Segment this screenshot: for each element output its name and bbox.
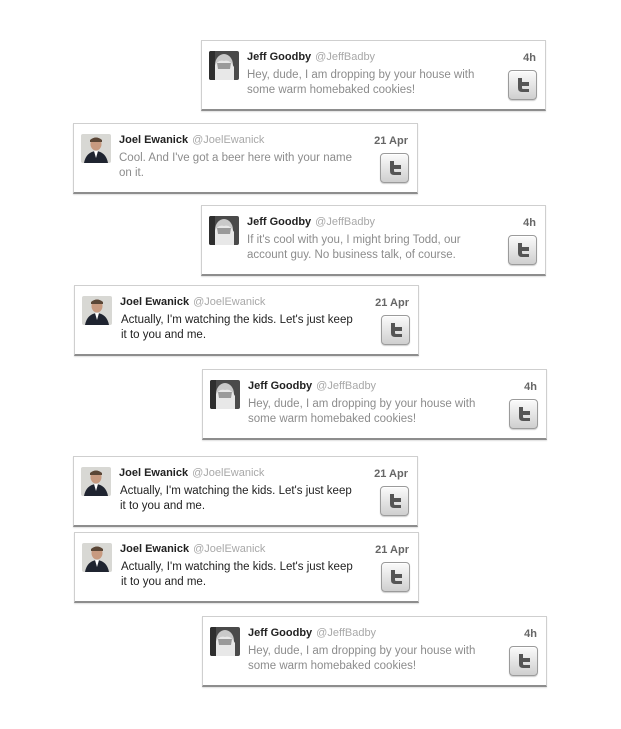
jeff-avatar-image[interactable] <box>210 627 240 656</box>
author-name[interactable]: Joel Ewanick <box>119 134 188 146</box>
tweet-timestamp[interactable]: 4h <box>524 628 537 641</box>
tweet-text: Actually, I'm watching the kids. Let's j… <box>121 561 353 588</box>
tweet-timestamp[interactable]: 21 Apr <box>374 468 408 481</box>
tweet-card: Jeff Goodby @JeffBadby 4h Hey, dude, I am… <box>201 40 546 111</box>
tweet-card: Jeff Goodby @JeffBadby 4h Hey, dude, I am… <box>202 616 547 687</box>
tweet-card: Jeff Goodby @JeffBadby 4h Hey, dude, I am… <box>202 369 547 440</box>
author-handle[interactable]: @JeffBadby <box>316 627 376 639</box>
tweet-card: Joel Ewanick @JoelEwanick 21 Apr Cool. An… <box>73 123 418 194</box>
tweet-timestamp[interactable]: 4h <box>523 52 536 65</box>
author-handle[interactable]: @JeffBadby <box>316 380 376 392</box>
jeff-avatar-image[interactable] <box>209 216 239 245</box>
author-handle[interactable]: @JeffBadby <box>315 51 375 63</box>
tweet-card: Jeff Goodby @JeffBadby 4h If it's cool wi… <box>201 205 546 276</box>
jeff-avatar-image[interactable] <box>210 380 240 409</box>
tweet-header: Joel Ewanick @JoelEwanick <box>119 134 264 147</box>
tweet-card: Joel Ewanick @JoelEwanick 21 Apr Actually… <box>74 532 419 603</box>
joel-avatar-image[interactable] <box>82 543 112 572</box>
tweet-header: Joel Ewanick @JoelEwanick <box>120 543 265 556</box>
twitter-bird-icon <box>515 77 531 93</box>
twitter-bird-icon <box>387 493 403 509</box>
joel-avatar-image[interactable] <box>82 296 112 325</box>
tweet-text: If it's cool with you, I might bring Tod… <box>247 234 461 261</box>
twitter-button[interactable] <box>381 562 410 592</box>
twitter-button[interactable] <box>509 646 538 676</box>
twitter-button[interactable] <box>509 399 538 429</box>
twitter-button[interactable] <box>381 315 410 345</box>
joel-avatar-image[interactable] <box>81 134 111 163</box>
tweet-header: Jeff Goodby @JeffBadby <box>248 627 376 640</box>
twitter-bird-icon <box>516 653 532 669</box>
author-name[interactable]: Joel Ewanick <box>120 296 189 308</box>
tweet-timestamp[interactable]: 4h <box>523 217 536 230</box>
author-name[interactable]: Jeff Goodby <box>248 380 312 392</box>
author-handle[interactable]: @JoelEwanick <box>192 134 264 146</box>
tweet-timestamp[interactable]: 21 Apr <box>375 297 409 310</box>
author-name[interactable]: Jeff Goodby <box>248 627 312 639</box>
author-name[interactable]: Jeff Goodby <box>247 216 311 228</box>
author-handle[interactable]: @JoelEwanick <box>193 543 265 555</box>
tweet-header: Jeff Goodby @JeffBadby <box>248 380 376 393</box>
tweet-text: Hey, dude, I am dropping by your house w… <box>248 645 476 672</box>
twitter-button[interactable] <box>508 70 537 100</box>
author-handle[interactable]: @JeffBadby <box>315 216 375 228</box>
jeff-avatar-image[interactable] <box>209 51 239 80</box>
author-handle[interactable]: @JoelEwanick <box>192 467 264 479</box>
twitter-button[interactable] <box>380 153 409 183</box>
author-name[interactable]: Joel Ewanick <box>119 467 188 479</box>
author-name[interactable]: Joel Ewanick <box>120 543 189 555</box>
tweet-header: Jeff Goodby @JeffBadby <box>247 216 375 229</box>
twitter-bird-icon <box>515 242 531 258</box>
twitter-bird-icon <box>388 569 404 585</box>
twitter-bird-icon <box>388 322 404 338</box>
tweet-header: Joel Ewanick @JoelEwanick <box>120 296 265 309</box>
tweet-text: Cool. And I've got a beer here with your… <box>119 152 352 179</box>
tweet-timestamp[interactable]: 4h <box>524 381 537 394</box>
author-handle[interactable]: @JoelEwanick <box>193 296 265 308</box>
tweet-card: Joel Ewanick @JoelEwanick 21 Apr Actually… <box>74 285 419 356</box>
tweet-text: Hey, dude, I am dropping by your house w… <box>247 69 475 96</box>
tweet-text: Hey, dude, I am dropping by your house w… <box>248 398 476 425</box>
tweet-text: Actually, I'm watching the kids. Let's j… <box>121 314 353 341</box>
twitter-bird-icon <box>387 160 403 176</box>
tweet-text: Actually, I'm watching the kids. Let's j… <box>120 485 352 512</box>
joel-avatar-image[interactable] <box>81 467 111 496</box>
tweet-card: Joel Ewanick @JoelEwanick 21 Apr Actually… <box>73 456 418 527</box>
tweet-timestamp[interactable]: 21 Apr <box>375 544 409 557</box>
twitter-bird-icon <box>516 406 532 422</box>
twitter-button[interactable] <box>380 486 409 516</box>
author-name[interactable]: Jeff Goodby <box>247 51 311 63</box>
twitter-button[interactable] <box>508 235 537 265</box>
tweet-header: Jeff Goodby @JeffBadby <box>247 51 375 64</box>
tweet-header: Joel Ewanick @JoelEwanick <box>119 467 264 480</box>
tweet-timestamp[interactable]: 21 Apr <box>374 135 408 148</box>
